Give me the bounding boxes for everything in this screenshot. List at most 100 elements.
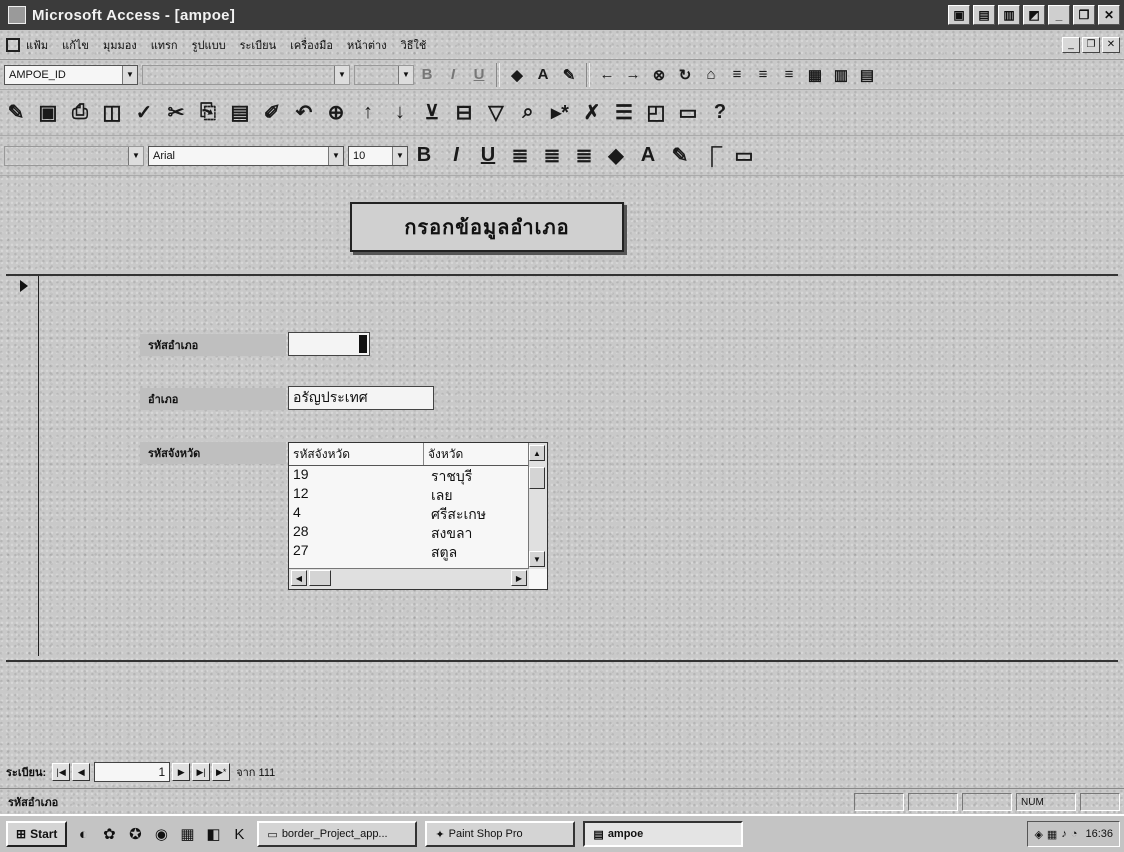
scroll-left-icon[interactable]: ◀ xyxy=(291,570,307,586)
current-record-field[interactable]: 1 xyxy=(94,762,171,782)
quicklaunch-icon[interactable]: ✪ xyxy=(125,824,145,844)
menu-edit[interactable]: แก้ไข xyxy=(62,36,89,54)
list-vertical-scrollbar[interactable]: ▲ ▼ xyxy=(528,443,547,569)
font-color-icon[interactable]: A xyxy=(532,64,554,86)
columns-icon[interactable]: ▥ xyxy=(830,64,852,86)
properties-icon[interactable]: ☰ xyxy=(610,99,638,127)
align-right-icon[interactable]: ≣ xyxy=(570,142,598,170)
tray-icon[interactable]: ▦ xyxy=(1047,828,1057,841)
chevron-down-icon[interactable]: ▼ xyxy=(328,146,343,165)
doc-restore-button[interactable]: ❐ xyxy=(1082,36,1100,53)
chevron-down-icon[interactable]: ▼ xyxy=(392,146,407,165)
stop-icon[interactable]: ⊗ xyxy=(648,64,670,86)
quicklaunch-icon[interactable]: K xyxy=(229,824,249,844)
fill-color-icon[interactable]: ◆ xyxy=(602,142,630,170)
back-icon[interactable]: ← xyxy=(596,64,618,86)
volume-icon[interactable]: ♪ xyxy=(1061,828,1067,840)
line-color-icon[interactable]: ✎ xyxy=(558,64,580,86)
menu-records[interactable]: ระเบียน xyxy=(240,36,277,54)
last-record-button[interactable]: ▶| xyxy=(192,763,211,781)
italic-icon[interactable]: I xyxy=(442,142,470,170)
home-icon[interactable]: ⌂ xyxy=(700,64,722,86)
refresh-icon[interactable]: ↻ xyxy=(674,64,696,86)
scroll-right-icon[interactable]: ▶ xyxy=(511,570,527,586)
maximize-button[interactable]: ❐ xyxy=(1073,5,1095,25)
special-effect-icon[interactable]: ▭ xyxy=(730,142,758,170)
quicklaunch-icon[interactable]: ◉ xyxy=(151,824,171,844)
view-icon[interactable]: ✎ xyxy=(2,99,30,127)
screen-icon[interactable]: ◩ xyxy=(1023,5,1045,25)
new-record-icon[interactable]: ▸* xyxy=(546,99,574,127)
fill-color-icon[interactable]: ◆ xyxy=(506,64,528,86)
delete-record-icon[interactable]: ✗ xyxy=(578,99,606,127)
chevron-down-icon[interactable]: ▼ xyxy=(398,65,413,84)
record-selector[interactable] xyxy=(16,276,39,656)
sort-descending-icon[interactable]: ↓ xyxy=(386,99,414,127)
bold-icon[interactable]: B xyxy=(410,142,438,170)
ampoe-id-field[interactable] xyxy=(288,332,370,356)
object-combo[interactable]: AMPOE_ID ▼ xyxy=(4,64,138,85)
menu-insert[interactable]: แทรก xyxy=(151,36,178,54)
print-icon[interactable]: ⎙ xyxy=(66,99,94,127)
quicklaunch-icon[interactable]: ◧ xyxy=(203,824,223,844)
scroll-up-icon[interactable]: ▲ xyxy=(529,445,545,461)
align-center-icon[interactable]: ≣ xyxy=(538,142,566,170)
hyperlink-icon[interactable]: ⊕ xyxy=(322,99,350,127)
new-object-icon[interactable]: ▭ xyxy=(674,99,702,127)
chevron-down-icon[interactable]: ▼ xyxy=(128,146,143,165)
quicklaunch-icon[interactable]: ✿ xyxy=(99,824,119,844)
menu-format[interactable]: รูปแบบ xyxy=(192,36,226,54)
sort-ascending-icon[interactable]: ↑ xyxy=(354,99,382,127)
print-preview-icon[interactable]: ◫ xyxy=(98,99,126,127)
paste-icon[interactable]: ▤ xyxy=(226,99,254,127)
task-paint-shop-pro[interactable]: ✦ Paint Shop Pro xyxy=(425,821,576,847)
minimize-button[interactable]: _ xyxy=(1048,5,1070,25)
tray-icon[interactable]: ◈ xyxy=(1034,828,1042,841)
hscroll-thumb[interactable] xyxy=(309,570,331,586)
align-left-icon[interactable]: ≣ xyxy=(506,142,534,170)
apply-filter-icon[interactable]: ▽ xyxy=(482,99,510,127)
underline-icon[interactable]: U xyxy=(468,64,490,86)
align-left-icon[interactable]: ≡ xyxy=(726,64,748,86)
menu-file[interactable]: แฟ้ม xyxy=(26,36,48,54)
arrange-icon[interactable]: ▥ xyxy=(998,5,1020,25)
chevron-down-icon[interactable]: ▼ xyxy=(334,65,349,84)
help-icon[interactable]: ? xyxy=(706,99,734,127)
task-ampoe[interactable]: ▤ ampoe xyxy=(583,821,744,847)
next-record-button[interactable]: ▶ xyxy=(172,763,191,781)
scroll-down-icon[interactable]: ▼ xyxy=(529,551,545,567)
database-window-icon[interactable]: ◰ xyxy=(642,99,670,127)
chevron-down-icon[interactable]: ▼ xyxy=(122,65,137,84)
scroll-thumb[interactable] xyxy=(529,467,545,489)
undo-icon[interactable]: ↶ xyxy=(290,99,318,127)
list-item[interactable]: 12 เลย xyxy=(289,485,547,504)
list-item[interactable]: 28 สงขลา xyxy=(289,523,547,542)
filter-by-selection-icon[interactable]: ⊻ xyxy=(418,99,446,127)
form-window-icon[interactable] xyxy=(6,37,20,52)
menu-view[interactable]: มุมมอง xyxy=(103,36,137,54)
align-right-icon[interactable]: ≡ xyxy=(778,64,800,86)
task-border-project[interactable]: ▭ border_Project_app... xyxy=(257,821,418,847)
font-size-combo[interactable]: 10 ▼ xyxy=(348,145,408,166)
italic-icon[interactable]: I xyxy=(442,64,464,86)
tray-icon[interactable]: ◔ xyxy=(1071,828,1078,840)
save-icon[interactable]: ▣ xyxy=(34,99,62,127)
quicklaunch-icon[interactable]: ▦ xyxy=(177,824,197,844)
list-item[interactable]: 19 ราชบุรี xyxy=(289,466,547,485)
first-record-button[interactable]: |◀ xyxy=(52,763,71,781)
close-button[interactable]: ✕ xyxy=(1098,5,1120,25)
doc-close-button[interactable]: ✕ xyxy=(1102,36,1120,53)
forward-icon[interactable]: → xyxy=(622,64,644,86)
filter-by-form-icon[interactable]: ⊟ xyxy=(450,99,478,127)
access-app-icon[interactable] xyxy=(8,6,26,24)
start-button[interactable]: ⊞ Start xyxy=(6,821,68,847)
cascade-icon[interactable]: ▤ xyxy=(973,5,995,25)
line-color-icon[interactable]: ✎ xyxy=(666,142,694,170)
line-width-icon[interactable]: ⎾ xyxy=(698,142,726,170)
list-item[interactable]: 4 ศรีสะเกษ xyxy=(289,504,547,523)
new-record-button[interactable]: ▶* xyxy=(212,763,231,781)
list-horizontal-scrollbar[interactable]: ◀ ▶ xyxy=(289,568,529,589)
menu-window[interactable]: หน้าต่าง xyxy=(347,36,387,54)
cut-icon[interactable]: ✂ xyxy=(162,99,190,127)
find-icon[interactable]: ⌕ xyxy=(514,99,542,127)
